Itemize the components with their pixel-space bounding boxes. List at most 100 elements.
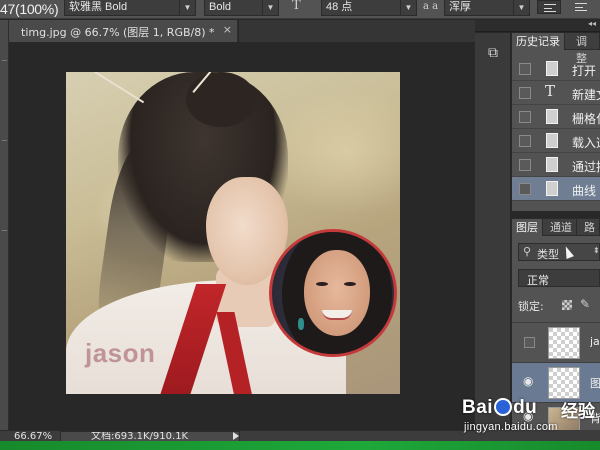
document-tab[interactable]: timg.jpg @ 66.7% (图层 1, RGB/8) * × (9, 20, 238, 42)
inset-earring-shape (298, 318, 304, 330)
document-icon (546, 181, 558, 196)
tool-divider (2, 140, 7, 141)
history-item-label: 打开 (572, 64, 597, 78)
chevron-down-icon: ⬍ (593, 246, 600, 255)
history-snapshot-checkbox[interactable] (519, 183, 531, 195)
lock-transparency-icon[interactable] (562, 300, 572, 310)
history-list: 打开 T 新建文字图层 栅格化文字 载入选区 通过拷贝的图层 曲线 (512, 57, 600, 201)
history-item-label: 曲线 (572, 184, 597, 198)
inset-portrait-circle (269, 229, 397, 357)
anti-alias-value: 浑厚 (449, 1, 471, 13)
font-size-select[interactable]: 48 点 ▼ (321, 0, 417, 16)
lock-row: 锁定: ✎ (518, 297, 600, 314)
document-icon (546, 109, 558, 124)
history-snapshot-checkbox[interactable] (519, 135, 531, 147)
blend-mode-value: 正常 (527, 274, 549, 287)
text-size-icon: T (292, 0, 301, 13)
chevron-down-icon: ▼ (400, 0, 416, 15)
document-image[interactable]: jason (66, 72, 400, 394)
text-icon: T (545, 82, 556, 100)
baidu-logo-bai: Bai (462, 397, 494, 418)
document-icon (546, 61, 558, 76)
font-family-select[interactable]: 软雅黑 Bold ▼ (64, 0, 196, 16)
lock-pixels-brush-icon[interactable]: ✎ (580, 297, 590, 311)
font-style-value: Bold (209, 1, 232, 13)
status-bar: 66.67% 文档:693.1K/910.1K (0, 430, 475, 442)
layer-thumbnail (548, 327, 580, 359)
history-panel: 历史记录 调整 打开 T 新建文字图层 栅格化文字 载入选区 通过拷贝的图层 (512, 33, 600, 211)
options-bar: 47(100%) 软雅黑 Bold ▼ Bold ▼ T 48 点 ▼ a a … (0, 0, 600, 19)
chevron-down-icon: ▼ (179, 0, 195, 15)
history-snapshot-checkbox[interactable] (519, 87, 531, 99)
document-icon (546, 133, 558, 148)
history-item[interactable]: 打开 (512, 57, 600, 81)
layer-filter-select[interactable]: ⚲ 类型 ⬍ (518, 243, 600, 261)
baidu-logo-du: du (513, 397, 538, 418)
anti-alias-icon: a a (423, 1, 439, 12)
tab-channels[interactable]: 通道 (546, 219, 577, 236)
chevron-down-icon: ▼ (262, 0, 278, 15)
mouse-cursor-icon (562, 244, 574, 260)
document-icon (546, 157, 558, 172)
font-size-value: 48 点 (326, 1, 353, 13)
zoom-readout: 47(100%) (0, 1, 59, 17)
history-item-label: 通过拷贝的图层 (572, 160, 600, 174)
tools-panel[interactable] (0, 20, 9, 430)
tab-strip (239, 20, 475, 42)
search-icon: ⚲ (523, 245, 532, 258)
history-snapshot-checkbox[interactable] (519, 159, 531, 171)
blend-mode-select[interactable]: 正常 (518, 269, 600, 287)
inset-eye-shape (316, 282, 328, 286)
align-left-icon (544, 4, 556, 12)
status-menu-arrow-icon[interactable] (233, 432, 239, 440)
tool-divider (2, 60, 7, 61)
baidu-logo: Bai du (462, 397, 537, 419)
history-panel-tabs: 历史记录 调整 (512, 33, 600, 65)
history-item[interactable]: 栅格化文字 (512, 105, 600, 129)
history-item-label: 新建文字图层 (572, 88, 600, 102)
layer-name: jason (590, 335, 600, 348)
hairpin-shape (93, 72, 145, 104)
tool-divider (2, 230, 7, 231)
history-item[interactable]: T 新建文字图层 (512, 81, 600, 105)
properties-panel-icon[interactable]: ⧉ (485, 45, 501, 61)
close-icon[interactable]: × (223, 23, 232, 36)
history-item-selected[interactable]: 曲线 (512, 177, 600, 201)
font-style-select[interactable]: Bold ▼ (204, 0, 279, 16)
inset-eye-shape (344, 282, 356, 286)
jingyan-label: 经验 (561, 402, 595, 422)
hair-bun-shape (186, 72, 256, 127)
baidu-jingyan-watermark: Bai du 经验 jingyan.baidu.com (458, 395, 600, 441)
icon-dock: ⧉ (475, 33, 511, 430)
collapse-panels-icon[interactable]: ◂◂ (588, 19, 596, 28)
panel-collapse-strip[interactable]: ◂◂ (475, 19, 600, 32)
layer-row[interactable]: jason (512, 322, 600, 362)
baidu-paw-icon (494, 398, 513, 416)
chevron-down-icon: ▼ (513, 0, 529, 15)
align-center-icon (575, 3, 587, 11)
tab-paths[interactable]: 路径 (580, 219, 600, 236)
lock-label: 锁定: (518, 300, 544, 313)
layer-name: 图层 1 (590, 377, 600, 390)
history-item[interactable]: 通过拷贝的图层 (512, 153, 600, 177)
taskbar-strip (0, 441, 600, 450)
document-tab-title: timg.jpg @ 66.7% (图层 1, RGB/8) * (21, 26, 215, 39)
history-snapshot-checkbox[interactable] (519, 111, 531, 123)
history-item[interactable]: 载入选区 (512, 129, 600, 153)
inset-face-shape (304, 250, 370, 336)
align-left-button[interactable] (537, 0, 561, 14)
tab-layers[interactable]: 图层 (512, 219, 543, 236)
font-family-value: 软雅黑 Bold (69, 1, 128, 13)
history-snapshot-checkbox[interactable] (519, 63, 531, 75)
canvas-area[interactable]: jason (9, 42, 475, 430)
layer-visibility-toggle[interactable] (524, 337, 535, 348)
tab-adjustments[interactable]: 调整 (572, 33, 600, 65)
align-center-button[interactable] (569, 0, 593, 14)
jason-text-layer: jason (85, 338, 156, 368)
watermark-url: jingyan.baidu.com (464, 421, 558, 433)
tab-history[interactable]: 历史记录 (512, 33, 565, 50)
anti-alias-select[interactable]: 浑厚 ▼ (444, 0, 530, 16)
history-item-label: 载入选区 (572, 136, 600, 150)
layer-filter-value: 类型 (537, 248, 559, 261)
eye-icon[interactable]: ◉ (523, 374, 534, 388)
